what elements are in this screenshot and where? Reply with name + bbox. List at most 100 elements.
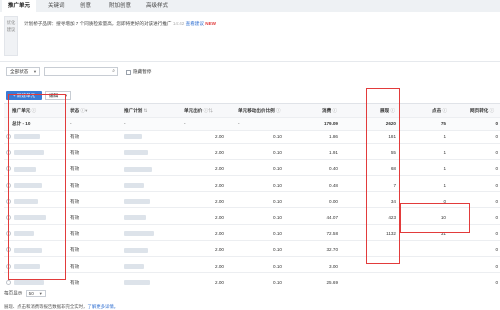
chevron-down-icon: ▼ <box>38 291 43 296</box>
row-cost: 0.00 <box>329 198 338 204</box>
table-row[interactable]: 有效 2.00 0.10 0.48 7 1 0 <box>4 180 500 193</box>
row-status: 有效 <box>70 134 80 139</box>
total-conversion: 0 <box>495 121 498 126</box>
row-bid[interactable]: 2.00 <box>194 163 224 175</box>
status-filter-value: 全部状态 <box>10 69 29 74</box>
row-ratio[interactable]: 0.10 <box>254 147 282 159</box>
suggestion-link[interactable]: 查看建议 <box>186 21 204 26</box>
footer-note-text: 展现、点击和消费等报告数据非完全实时， <box>4 304 88 309</box>
table-row[interactable]: 有效 2.00 0.10 1.91 55 1 0 <box>4 147 500 160</box>
plan-name-blurred[interactable] <box>124 147 148 159</box>
row-conversion: 0 <box>495 182 498 188</box>
row-ratio[interactable]: 0.10 <box>254 261 282 273</box>
search-icon[interactable]: ⌕ <box>112 68 115 75</box>
row-bid[interactable]: 2.00 <box>194 147 224 159</box>
plan-name-blurred[interactable] <box>124 196 150 208</box>
table-row[interactable]: 有效 2.00 0.10 0.40 68 1 0 <box>4 163 500 176</box>
header-cost[interactable]: 消费 ⓘ <box>322 104 337 117</box>
row-status: 有效 <box>70 150 80 156</box>
status-filter-select[interactable]: 全部状态 ▼ <box>6 67 40 76</box>
plan-name-blurred[interactable] <box>124 277 150 287</box>
row-cost: 0.40 <box>329 166 338 172</box>
table-row[interactable]: 有效 2.00 0.10 3.00 0 <box>4 261 500 274</box>
row-status: 有效 <box>70 247 80 253</box>
row-bid[interactable]: 2.00 <box>194 244 224 256</box>
row-status: 有效 <box>70 166 80 172</box>
page-size-select[interactable]: 50 ▼ <box>25 290 46 297</box>
table-row[interactable]: 有效 2.00 0.10 25.69 0 <box>4 277 500 287</box>
plan-name-blurred[interactable] <box>124 244 148 256</box>
row-bid[interactable]: 2.00 <box>194 261 224 273</box>
table-header: 推广单元 ⓘ 状态 ⓘ▾ 推广计划 ⇅ 单元出价 ⓘ⇅ 单元移动出价比例 ⓘ 消… <box>4 104 500 118</box>
row-bid[interactable]: 2.00 <box>194 180 224 192</box>
total-clicks: 75 <box>440 121 446 126</box>
plan-name-blurred[interactable] <box>124 163 152 175</box>
hide-paused-checkbox[interactable] <box>126 70 131 75</box>
new-badge: NEW <box>205 21 216 26</box>
plan-name-blurred[interactable] <box>124 212 146 224</box>
highlight-high-rows <box>400 203 470 233</box>
row-status: 有效 <box>70 182 80 188</box>
header-conversion[interactable]: 网页转化 ⓘ <box>470 104 494 117</box>
row-conversion: 0 <box>495 247 498 253</box>
row-bid[interactable]: 2.00 <box>194 277 224 287</box>
total-row: 总计 - 10 - - - - 179.09 2620 75 0 <box>4 118 500 131</box>
header-ratio[interactable]: 单元移动出价比例 ⓘ <box>238 104 281 117</box>
chevron-down-icon: ▼ <box>33 69 37 74</box>
row-conversion: 0 <box>495 231 498 237</box>
row-cost: 0.48 <box>329 182 338 188</box>
tab-advanced-styles[interactable]: 高级样式 <box>140 0 174 12</box>
row-conversion: 0 <box>495 166 498 172</box>
page-size-label: 每页显示 <box>4 290 23 296</box>
row-ratio[interactable]: 0.10 <box>254 163 282 175</box>
total-status-dash: - <box>70 121 72 126</box>
row-status: 有效 <box>70 231 80 237</box>
row-conversion: 0 <box>495 279 498 285</box>
row-ratio[interactable]: 0.10 <box>254 131 282 143</box>
row-ratio[interactable]: 0.10 <box>254 180 282 192</box>
row-ratio[interactable]: 0.10 <box>254 196 282 208</box>
table-row[interactable]: 有效 2.00 0.10 32.70 0 <box>4 244 500 257</box>
row-bid[interactable]: 2.00 <box>194 131 224 143</box>
row-radio[interactable] <box>6 279 11 285</box>
row-impressions <box>364 277 396 287</box>
footer-note: 展现、点击和消费等报告数据非完全实时，了解更多详情。 <box>4 304 118 310</box>
total-bid-dash: - <box>184 121 186 126</box>
row-ratio[interactable]: 0.10 <box>254 228 282 240</box>
tab-units[interactable]: 推广单元 <box>2 0 37 12</box>
tab-keywords[interactable]: 关键词 <box>42 0 71 12</box>
row-clicks: 1 <box>443 134 446 139</box>
row-bid[interactable]: 2.00 <box>194 228 224 240</box>
header-status[interactable]: 状态 ⓘ▾ <box>70 104 87 117</box>
tab-creatives[interactable]: 创意 <box>74 0 97 12</box>
row-clicks <box>418 261 446 273</box>
row-ratio[interactable]: 0.10 <box>254 244 282 256</box>
row-cost: 32.70 <box>326 247 339 253</box>
row-conversion: 0 <box>495 198 498 204</box>
total-cost: 179.09 <box>323 121 338 126</box>
row-conversion: 0 <box>495 134 498 139</box>
tab-extra-creatives[interactable]: 附加创意 <box>103 0 137 12</box>
plan-name-blurred[interactable] <box>124 228 154 240</box>
plan-name-blurred[interactable] <box>124 261 144 273</box>
footer-note-link[interactable]: 了解更多详情。 <box>87 304 118 309</box>
units-table: 推广单元 ⓘ 状态 ⓘ▾ 推广计划 ⇅ 单元出价 ⓘ⇅ 单元移动出价比例 ⓘ 消… <box>4 103 500 287</box>
row-cost: 44.07 <box>326 215 339 220</box>
row-status: 有效 <box>70 215 80 220</box>
row-bid[interactable]: 2.00 <box>194 212 224 224</box>
row-ratio[interactable]: 0.10 <box>254 212 282 224</box>
header-plan[interactable]: 推广计划 ⇅ <box>124 104 148 117</box>
hide-paused-label: 隐藏暂停 <box>133 69 152 74</box>
row-bid[interactable]: 2.00 <box>194 196 224 208</box>
row-conversion: 0 <box>495 150 498 156</box>
header-clicks[interactable]: 点击 ⓘ <box>432 104 447 117</box>
row-conversion: 0 <box>495 263 498 269</box>
row-ratio[interactable]: 0.10 <box>254 277 282 287</box>
plan-name-blurred[interactable] <box>124 180 144 192</box>
pagination: 每页显示 50 ▼ <box>4 290 46 297</box>
header-bid[interactable]: 单元出价 ⓘ⇅ <box>184 104 213 117</box>
total-ratio-dash: - <box>238 121 240 126</box>
table-row[interactable]: 有效 2.00 0.10 1.86 181 1 0 <box>4 131 500 144</box>
search-input[interactable]: ⌕ <box>44 67 118 76</box>
plan-name-blurred[interactable] <box>124 131 142 143</box>
